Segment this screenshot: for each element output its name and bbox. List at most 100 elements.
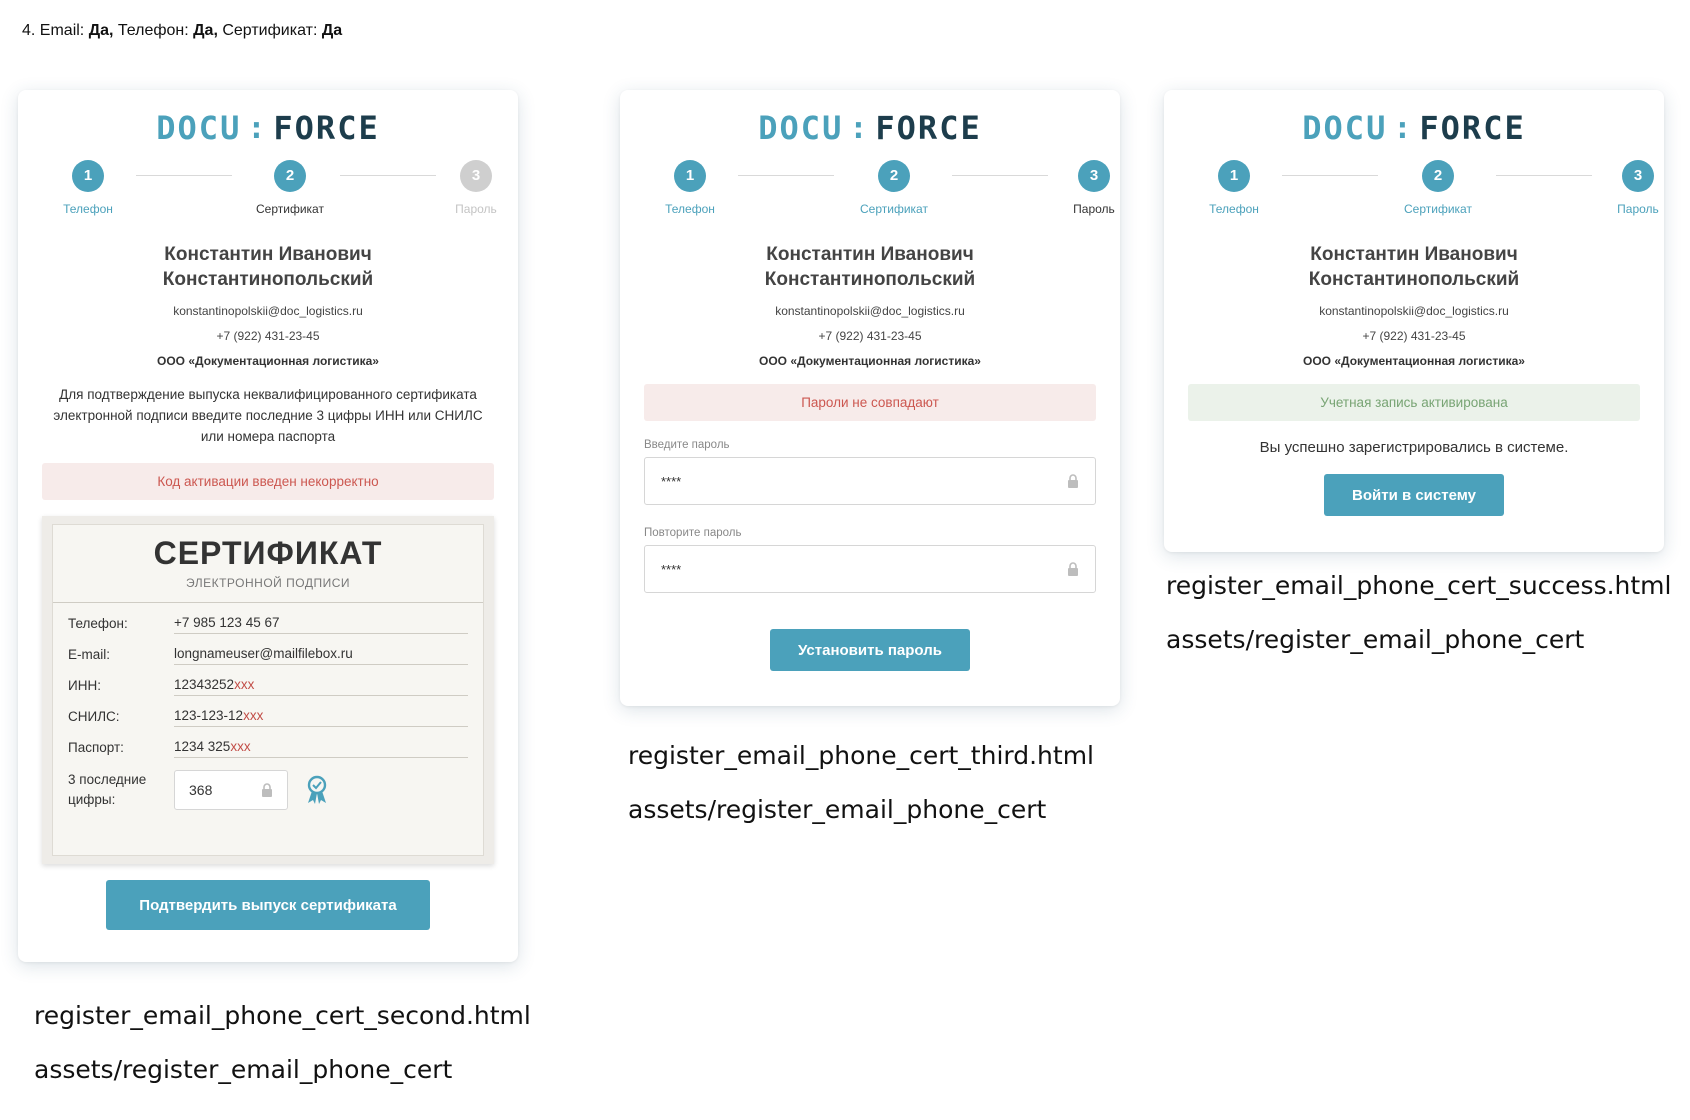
user-name-line1: Константин Иванович <box>164 244 372 265</box>
lock-icon <box>1068 562 1078 576</box>
step-password: 3 Пароль <box>1598 160 1678 216</box>
user-email: konstantinopolskii@doc_logistics.ru <box>173 304 363 318</box>
step-phone: 1 Телефон <box>48 160 128 216</box>
step-password: 3 Пароль <box>436 160 516 216</box>
spec-heading: 4. Email: Да, Телефон: Да, Сертификат: Д… <box>22 22 342 40</box>
password-input[interactable]: **** <box>644 457 1096 505</box>
stepper-line <box>136 175 232 176</box>
set-password-button[interactable]: Установить пароль <box>770 629 970 671</box>
cert-value-text: 123-123-12 <box>174 708 244 723</box>
step-number: 2 <box>878 160 910 192</box>
stepper-line <box>340 175 436 176</box>
heading-email-value: Да, <box>88 22 114 39</box>
cert-field-label: СНИЛС: <box>68 709 120 724</box>
step-phone: 1 Телефон <box>650 160 730 216</box>
step-certificate: 2 Сертификат <box>250 160 330 216</box>
cert-last-digits-label: 3 последние цифры: <box>68 770 174 810</box>
cert-last-digits-label-line1: 3 последние <box>68 772 147 787</box>
cert-value-text: 1234 325 <box>174 739 231 754</box>
caption-card3-file: register_email_phone_cert_success.html <box>1166 571 1672 600</box>
cert-row-snils: СНИЛС: 123-123-12xxx <box>53 696 483 727</box>
certificate-title: СЕРТИФИКАТ <box>153 535 383 571</box>
user-name-line1: Константин Иванович <box>766 244 974 265</box>
cert-value-text: longnameuser@mailfilebox.ru <box>174 646 353 661</box>
step-label: Телефон <box>1209 202 1259 216</box>
last-digits-input[interactable]: 368 <box>174 770 288 810</box>
cert-last-digits-row: 3 последние цифры: 368 <box>53 770 483 810</box>
docuforce-logo: DOCU : FORCE <box>18 108 518 148</box>
caption-card2-file: register_email_phone_cert_third.html <box>628 741 1094 770</box>
user-name: Константин Иванович Константинопольский <box>18 242 518 292</box>
stepper-line <box>738 175 834 176</box>
cert-row-phone: Телефон: +7 985 123 45 67 <box>53 603 483 634</box>
step-number: 1 <box>674 160 706 192</box>
logo-docu: DOCU <box>1302 109 1388 147</box>
stepper: 1 Телефон 2 Сертификат 3 Пароль <box>40 160 497 232</box>
logo-docu: DOCU <box>758 109 844 147</box>
step-phone: 1 Телефон <box>1194 160 1274 216</box>
login-button[interactable]: Войти в систему <box>1324 474 1504 516</box>
activation-error-alert: Код активации введен некорректно <box>42 463 494 500</box>
user-phone: +7 (922) 431-23-45 <box>216 329 320 343</box>
logo-separator: : <box>247 110 268 146</box>
cert-row-email: E-mail: longnameuser@mailfilebox.ru <box>53 634 483 665</box>
cert-row-inn: ИНН: 12343252xxx <box>53 665 483 696</box>
card-certificate-step: DOCU : FORCE 1 Телефон 2 Сертификат 3 Па… <box>18 90 518 962</box>
step-number: 3 <box>1622 160 1654 192</box>
certificate-frame: СЕРТИФИКАТ ЭЛЕКТРОННОЙ ПОДПИСИ Телефон: … <box>42 516 494 864</box>
logo-force: FORCE <box>875 109 982 147</box>
user-name: Константин Иванович Константинопольский <box>620 242 1120 292</box>
logo-separator: : <box>1393 110 1414 146</box>
success-message: Вы успешно зарегистрировались в системе. <box>1259 439 1569 456</box>
user-name-line2: Константинопольский <box>162 269 374 290</box>
caption-card3-assets: assets/register_email_phone_cert <box>1166 625 1585 654</box>
password-value: **** <box>661 473 682 489</box>
step-number: 1 <box>72 160 104 192</box>
account-activated-alert: Учетная запись активирована <box>1188 384 1640 421</box>
certificate-paper: СЕРТИФИКАТ ЭЛЕКТРОННОЙ ПОДПИСИ Телефон: … <box>52 524 484 856</box>
heading-phone-value: Да, <box>193 22 218 39</box>
step-certificate: 2 Сертификат <box>1398 160 1478 216</box>
caption-card1-assets: assets/register_email_phone_cert <box>34 1055 453 1084</box>
user-organization: ООО «Документационная логистика» <box>1303 354 1525 368</box>
cert-row-passport: Паспорт: 1234 325xxx <box>53 727 483 758</box>
cert-masked-digits: xxx <box>243 708 264 723</box>
step-label: Телефон <box>63 202 113 216</box>
user-name-line2: Константинопольский <box>764 269 976 290</box>
heading-cert-value: Да <box>321 22 343 39</box>
step-certificate: 2 Сертификат <box>854 160 934 216</box>
step-number: 1 <box>1218 160 1250 192</box>
cert-field-value: 123-123-12xxx <box>174 708 468 727</box>
confirm-certificate-button[interactable]: Подтвердить выпуск сертификата <box>106 880 430 930</box>
user-name-line1: Константин Иванович <box>1310 244 1518 265</box>
user-email: konstantinopolskii@doc_logistics.ru <box>775 304 965 318</box>
caption-card2-assets: assets/register_email_phone_cert <box>628 795 1047 824</box>
logo-force: FORCE <box>273 109 380 147</box>
last-digits-value: 368 <box>189 782 213 798</box>
user-name: Константин Иванович Константинопольский <box>1164 242 1664 292</box>
step-label: Сертификат <box>860 202 928 216</box>
logo-force: FORCE <box>1419 109 1526 147</box>
step-password: 3 Пароль <box>1054 160 1134 216</box>
step-number: 2 <box>1422 160 1454 192</box>
cert-field-value: 12343252xxx <box>174 677 468 696</box>
heading-phone-label: Телефон: <box>113 22 194 39</box>
step-number: 3 <box>1078 160 1110 192</box>
cert-field-value: 1234 325xxx <box>174 739 468 758</box>
user-organization: ООО «Документационная логистика» <box>157 354 379 368</box>
step-label: Пароль <box>1617 202 1659 216</box>
user-phone: +7 (922) 431-23-45 <box>818 329 922 343</box>
docuforce-logo: DOCU : FORCE <box>1164 108 1664 148</box>
cert-field-label: E-mail: <box>68 647 111 662</box>
cert-field-label: ИНН: <box>68 678 101 693</box>
logo-separator: : <box>849 110 870 146</box>
heading-cert-label: Сертификат: <box>217 22 322 39</box>
repeat-password-input[interactable]: **** <box>644 545 1096 593</box>
step-label: Сертификат <box>256 202 324 216</box>
card-password-step: DOCU : FORCE 1 Телефон 2 Сертификат 3 Па… <box>620 90 1120 706</box>
repeat-password-field-label: Повторите пароль <box>644 527 742 539</box>
stepper-line <box>1282 175 1378 176</box>
cert-value-text: +7 985 123 45 67 <box>174 615 280 630</box>
stepper: 1 Телефон 2 Сертификат 3 Пароль <box>1186 160 1659 232</box>
password-mismatch-alert: Пароли не совпадают <box>644 384 1096 421</box>
